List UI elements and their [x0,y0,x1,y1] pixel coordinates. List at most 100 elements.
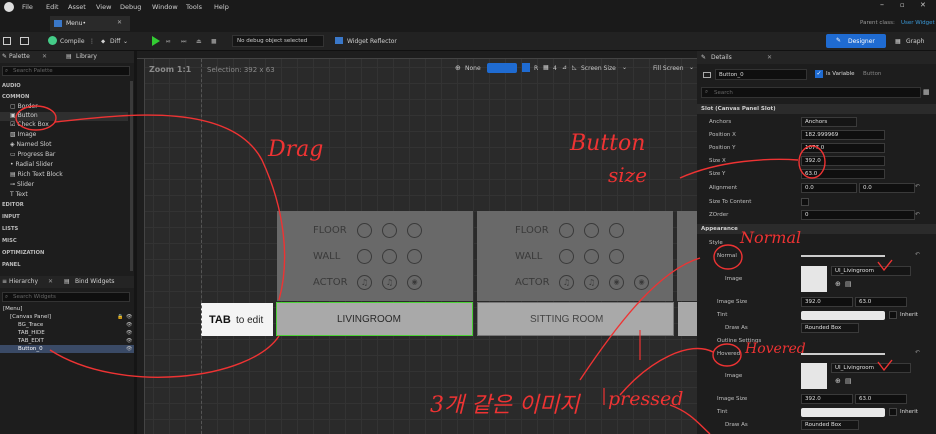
palette-item-progress-bar[interactable]: ▭ Progress Bar [10,151,55,158]
use-asset-icon[interactable]: ⊕ [835,280,841,288]
screen-size-dropdown-icon[interactable]: ⌄ [622,64,627,71]
visibility-icon[interactable]: 👁 [126,314,132,320]
livingroom-button[interactable]: LIVINGROOM [276,302,473,336]
step-into-icon[interactable]: ⏭ [181,38,186,46]
designer-button[interactable]: ✎ Designer [826,34,886,48]
visibility-icon[interactable]: 👁 [126,322,132,328]
browse-asset-icon[interactable]: ▤ [845,377,852,385]
partial-button[interactable] [678,302,697,336]
hovered-draw-as-dropdown[interactable]: Rounded Box [801,420,859,430]
palette-item-slider[interactable]: ⊸ Slider [10,181,34,188]
floor-option-circle[interactable] [407,223,422,238]
hierarchy-item-tab-hide[interactable]: TAB_HIDE [18,330,45,336]
palette-category-lists[interactable]: LISTS [2,226,18,232]
alignment-y-field[interactable]: 0.0 [859,183,915,193]
close-palette-icon[interactable]: ✕ [42,53,47,60]
wall-option-circle[interactable] [357,249,372,264]
palette-category-optimization[interactable]: OPTIMIZATION [2,250,44,256]
music-icon[interactable]: ♫ [357,275,372,290]
hovered-image-size-x-field[interactable]: 392.0 [801,394,853,404]
menu-help[interactable]: Help [214,3,229,11]
hovered-image-thumbnail[interactable] [801,363,827,389]
fill-screen-dropdown-icon[interactable]: ⌄ [689,64,694,71]
music-icon[interactable]: ♫ [559,275,574,290]
step-icon[interactable]: ⏯ [166,38,171,46]
wall-option-circle[interactable] [382,249,397,264]
browse-asset-icon[interactable]: ▤ [845,280,852,288]
widget-reflector-button[interactable]: Widget Reflector [347,38,397,45]
palette-item-text[interactable]: T Text [10,191,28,198]
anchors-dropdown[interactable]: Anchors [801,117,857,127]
zorder-field[interactable]: 0 [801,210,915,220]
menu-tools[interactable]: Tools [186,3,202,11]
menu-edit[interactable]: Edit [46,3,59,11]
menu-view[interactable]: View [96,3,111,11]
palette-category-common[interactable]: COMMON [2,94,29,100]
palette-item-checkbox[interactable]: ☑ Check Box [10,121,49,128]
alignment-x-field[interactable]: 0.0 [801,183,857,193]
floor-option-circle[interactable] [584,223,599,238]
hierarchy-search-input[interactable]: ⌕ Search Widgets [2,292,130,302]
widget-name-field[interactable]: Button_0 [715,69,807,80]
reset-arrow-icon[interactable]: ↶ [915,349,920,356]
appearance-section-header[interactable]: Appearance [697,224,936,234]
stop-icon[interactable]: ■ [211,38,217,45]
hovered-tint-swatch[interactable] [801,408,885,417]
close-details-icon[interactable]: ✕ [767,54,772,61]
grid-snap-icon[interactable] [522,63,530,72]
palette-item-rich-text[interactable]: ▤ Rich Text Block [10,171,63,178]
wall-option-circle[interactable] [584,249,599,264]
screen-size-dropdown[interactable]: Screen Size [581,65,616,72]
light-bulb-icon[interactable]: ◉ [407,275,422,290]
wall-option-circle[interactable] [407,249,422,264]
hierarchy-item-menu[interactable]: [Menu] [3,306,22,312]
designer-canvas[interactable]: Zoom 1:1 Selection: 392 x 63 ⊕ None R ▦ … [137,51,697,434]
maximize-icon[interactable]: ▫ [900,1,905,9]
wall-option-circle[interactable] [559,249,574,264]
image-size-x-field[interactable]: 392.0 [801,297,853,307]
reset-arrow-icon[interactable]: ↶ [915,211,920,218]
bind-widgets-tab[interactable]: Bind Widgets [75,278,115,285]
image-size-y-field[interactable]: 63.0 [855,297,907,307]
save-icon[interactable] [3,37,11,45]
wall-option-circle[interactable] [609,249,624,264]
music-off-icon[interactable]: ♫ [584,275,599,290]
close-window-icon[interactable]: ✕ [920,1,926,9]
close-tab-icon[interactable]: ✕ [117,19,122,26]
palette-category-panel[interactable]: PANEL [2,262,21,268]
angle-icon[interactable]: ⊿ [562,64,567,71]
unreal-logo-icon[interactable] [4,2,14,12]
palette-category-audio[interactable]: AUDIO [2,83,21,89]
hierarchy-item-tab-edit[interactable]: TAB_EDIT [18,338,44,344]
use-asset-icon[interactable]: ⊕ [835,377,841,385]
tint-color-swatch[interactable] [801,311,885,320]
palette-item-border[interactable]: ▢ Border [10,103,38,110]
palette-tab[interactable]: Palette [9,53,30,60]
position-x-field[interactable]: 182.999969 [801,130,885,140]
size-to-content-checkbox[interactable] [801,198,809,206]
menu-file[interactable]: File [22,3,33,11]
floor-option-circle[interactable] [382,223,397,238]
palette-item-button[interactable]: ▣ Button [10,112,38,119]
slot-section-header[interactable]: Slot (Canvas Panel Slot) [697,104,936,114]
palette-scrollbar[interactable] [130,81,133,271]
size-y-field[interactable]: 63.0 [801,169,885,179]
reset-arrow-icon[interactable]: ↶ [915,251,920,258]
respect-locks-toggle[interactable]: R [534,65,538,72]
palette-item-radial-slider[interactable]: • Radial Slider [10,161,53,168]
details-search-input[interactable]: ⌕ Search [701,87,921,98]
music-off-icon[interactable]: ♫ [382,275,397,290]
graph-button[interactable]: Graph [906,38,924,45]
is-variable-checkbox[interactable]: ✓ [815,70,823,78]
tab-menu[interactable]: Menu• ✕ [50,16,130,31]
normal-image-thumbnail[interactable] [801,266,827,292]
menu-debug[interactable]: Debug [120,3,141,11]
parent-class-value[interactable]: User Widget [901,20,935,26]
light-off-icon[interactable]: ◉ [634,275,649,290]
draw-as-dropdown[interactable]: Rounded Box [801,323,859,333]
inherit-checkbox[interactable] [889,311,897,319]
floor-option-circle[interactable] [559,223,574,238]
hovered-inherit-checkbox[interactable] [889,408,897,416]
size-x-field[interactable]: 392.0 [801,156,885,166]
close-hierarchy-icon[interactable]: ✕ [48,278,53,285]
